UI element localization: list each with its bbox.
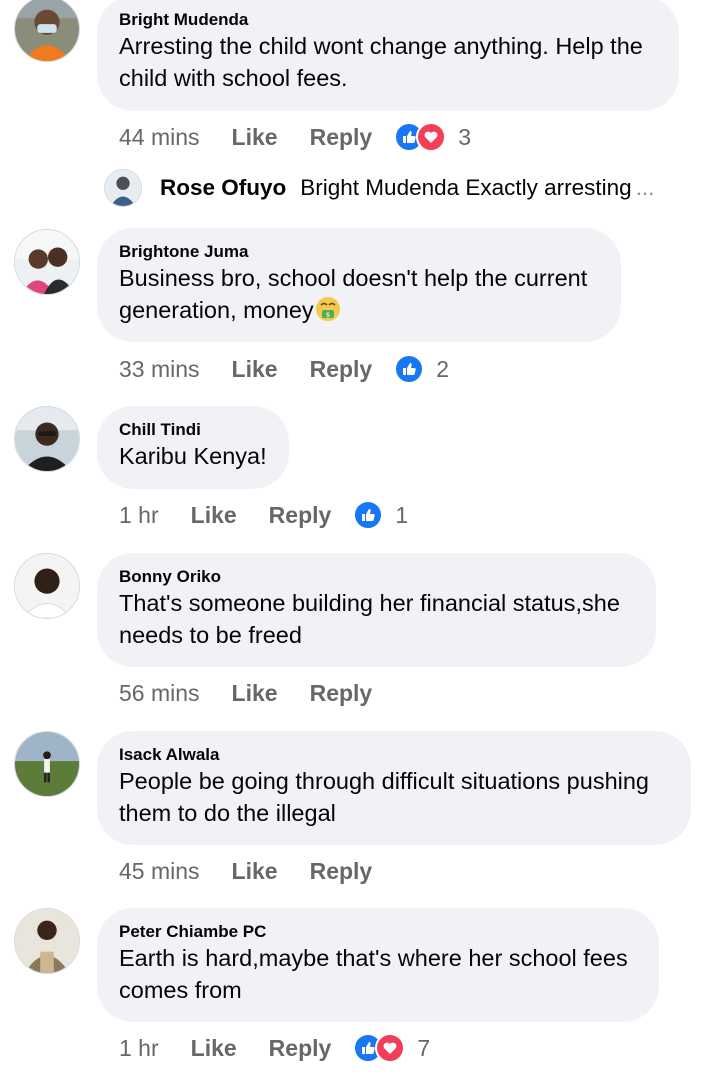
comment-line: comes from xyxy=(119,977,242,1003)
reply-button[interactable]: Reply xyxy=(310,124,373,151)
reaction-count: 3 xyxy=(458,123,472,150)
comment-time[interactable]: 56 mins xyxy=(119,680,200,707)
reactions-summary[interactable]: 2 xyxy=(394,354,449,384)
like-button[interactable]: Like xyxy=(191,1035,237,1062)
like-icon xyxy=(353,500,384,530)
like-button[interactable]: Like xyxy=(191,502,237,529)
reply-button[interactable]: Reply xyxy=(310,858,373,885)
comment-actions: 45 mins Like Reply xyxy=(119,854,372,888)
comment-bubble: Isack Alwala People be going through dif… xyxy=(97,731,691,845)
like-button[interactable]: Like xyxy=(232,356,278,383)
comment-author[interactable]: Chill Tindi xyxy=(119,420,267,440)
love-icon xyxy=(375,1033,406,1063)
comment-author[interactable]: Bright Mudenda xyxy=(119,10,657,30)
avatar[interactable] xyxy=(14,0,80,62)
like-icon xyxy=(394,354,425,384)
comment-line: generation, money $ xyxy=(119,294,599,326)
comment-line: That's someone building her financial st… xyxy=(119,590,620,616)
comment-line: needs to be freed xyxy=(119,622,302,648)
comment-author[interactable]: Bonny Oriko xyxy=(119,567,634,587)
reply-button[interactable]: Reply xyxy=(269,502,332,529)
comment-line: Earth is hard,maybe that's where her sch… xyxy=(119,945,628,971)
reactions-summary[interactable]: 3 xyxy=(394,122,471,152)
comment-actions: 44 mins Like Reply 3 xyxy=(119,120,471,154)
comment-bubble: Bonny Oriko That's someone building her … xyxy=(97,553,656,667)
comment-line: them to do the illegal xyxy=(119,800,336,826)
comment-time[interactable]: 33 mins xyxy=(119,356,200,383)
comment-line: Business bro, school doesn't help the cu… xyxy=(119,265,588,291)
svg-text:$: $ xyxy=(325,311,329,319)
comment-time[interactable]: 1 hr xyxy=(119,502,159,529)
reactions-summary[interactable]: 1 xyxy=(353,500,408,530)
comment-bubble: Bright Mudenda Arresting the child wont … xyxy=(97,0,679,111)
reaction-count: 7 xyxy=(417,1034,431,1061)
comment-author[interactable]: Isack Alwala xyxy=(119,745,669,765)
reply-text: Bright Mudenda Exactly arresting xyxy=(300,175,632,200)
comment-time[interactable]: 1 hr xyxy=(119,1035,159,1062)
comment-actions: 56 mins Like Reply xyxy=(119,676,372,710)
reply-author[interactable]: Rose Ofuyo xyxy=(160,175,286,201)
money-mouth-face-icon: $ xyxy=(314,295,342,323)
reply-ellipsis: ... xyxy=(635,175,655,200)
comment-author[interactable]: Peter Chiambe PC xyxy=(119,922,637,942)
avatar[interactable] xyxy=(14,406,80,472)
comment-actions: 1 hr Like Reply 1 xyxy=(119,498,408,532)
love-icon xyxy=(416,122,447,152)
comment-text: Business bro, school doesn't help the cu… xyxy=(119,262,599,326)
reaction-count: 2 xyxy=(436,355,450,382)
comment-line: child with school fees. xyxy=(119,65,348,91)
comment-line: People be going through difficult situat… xyxy=(119,768,650,794)
comment-text: People be going through difficult situat… xyxy=(119,765,669,829)
comment-line-text: generation, money xyxy=(119,297,314,323)
avatar[interactable] xyxy=(14,731,80,797)
like-button[interactable]: Like xyxy=(232,858,278,885)
avatar[interactable] xyxy=(14,553,80,619)
avatar[interactable] xyxy=(104,169,142,207)
comment-actions: 33 mins Like Reply 2 xyxy=(119,352,449,386)
reaction-count: 1 xyxy=(395,501,409,528)
avatar[interactable] xyxy=(14,229,80,295)
like-button[interactable]: Like xyxy=(232,680,278,707)
comment-time[interactable]: 45 mins xyxy=(119,858,200,885)
comment-actions: 1 hr Like Reply 7 xyxy=(119,1031,430,1065)
comment-bubble: Peter Chiambe PC Earth is hard,maybe tha… xyxy=(97,908,659,1022)
comment-bubble: Chill Tindi Karibu Kenya! xyxy=(97,406,289,489)
reply-button[interactable]: Reply xyxy=(269,1035,332,1062)
reply-button[interactable]: Reply xyxy=(310,680,373,707)
comment-text: Earth is hard,maybe that's where her sch… xyxy=(119,942,637,1006)
comment-bubble: Brightone Juma Business bro, school does… xyxy=(97,228,621,342)
reactions-summary[interactable]: 7 xyxy=(353,1033,430,1063)
comment-line: Arresting the child wont change anything… xyxy=(119,33,643,59)
like-button[interactable]: Like xyxy=(232,124,278,151)
comment-time[interactable]: 44 mins xyxy=(119,124,200,151)
reply-preview[interactable]: Rose Ofuyo Bright Mudenda Exactly arrest… xyxy=(104,168,694,208)
comment-text: Karibu Kenya! xyxy=(119,440,267,472)
comment-text: Arresting the child wont change anything… xyxy=(119,30,657,94)
avatar[interactable] xyxy=(14,908,80,974)
comment-line: Karibu Kenya! xyxy=(119,443,267,469)
comment-author[interactable]: Brightone Juma xyxy=(119,242,599,262)
reply-button[interactable]: Reply xyxy=(310,356,373,383)
comment-text: That's someone building her financial st… xyxy=(119,587,634,651)
